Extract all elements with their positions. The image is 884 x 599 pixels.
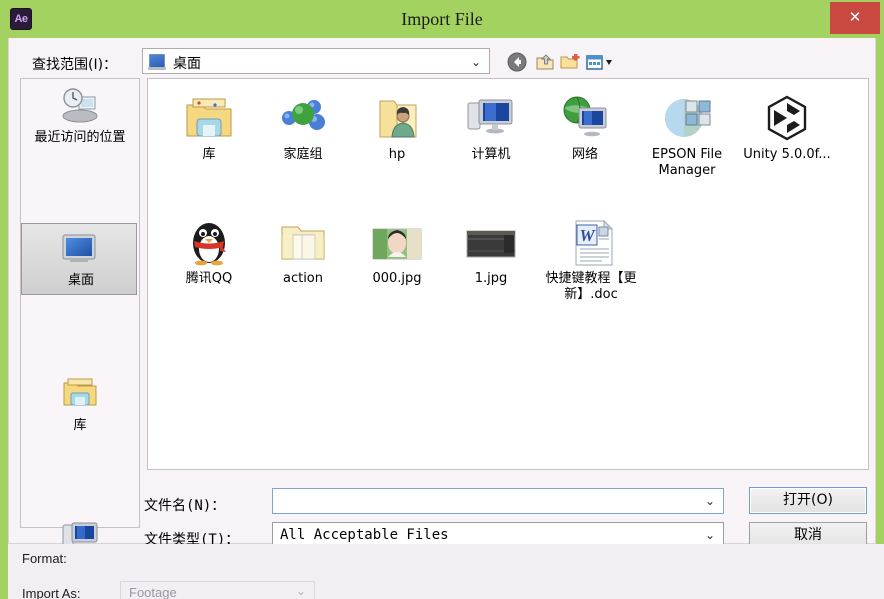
recent-places-icon bbox=[59, 85, 101, 125]
file-item-label: hp bbox=[388, 147, 406, 162]
desktop-icon bbox=[148, 54, 166, 70]
file-item-label: EPSON File Manager bbox=[651, 147, 723, 178]
file-item-label: 腾讯QQ bbox=[185, 271, 233, 286]
dark-image-thumbnail-icon bbox=[464, 217, 518, 267]
file-list[interactable]: 库 家庭组 hp 计算机 网络 EPSON File Manager Unity… bbox=[147, 78, 869, 470]
folder-icon bbox=[276, 217, 330, 267]
sidebar-item-label: 库 bbox=[73, 418, 87, 433]
file-item-label: action bbox=[282, 271, 323, 286]
file-item-qq[interactable]: 腾讯QQ bbox=[162, 217, 256, 287]
epson-file-manager-icon bbox=[660, 93, 714, 143]
places-sidebar: 最近访问的位置 桌面 库 bbox=[20, 78, 140, 577]
open-button[interactable]: 打开(O) bbox=[749, 487, 867, 514]
file-item-label: 1.jpg bbox=[474, 271, 508, 286]
import-as-value: Footage bbox=[129, 585, 177, 599]
file-item-computer[interactable]: 计算机 bbox=[444, 93, 538, 163]
word-document-icon: W bbox=[564, 217, 618, 267]
look-in-row: 查找范围(I)： 桌面 ⌄ bbox=[9, 42, 877, 82]
user-folder-icon bbox=[370, 93, 424, 143]
file-item-doc[interactable]: W 快捷键教程【更新】.doc bbox=[526, 217, 656, 303]
path-current-value: 桌面 bbox=[173, 56, 201, 72]
file-item-library[interactable]: 库 bbox=[162, 93, 256, 163]
qq-penguin-icon bbox=[182, 217, 236, 267]
dialog-body: 查找范围(I)： 桌面 ⌄ 最近访问的位置 桌面 库 库 家庭组 hp 计算机 … bbox=[8, 38, 877, 577]
import-options-footer: Format: Import As: Footage ⌄ bbox=[0, 544, 884, 599]
file-item-unity[interactable]: Unity 5.0.0f... bbox=[740, 93, 834, 163]
file-item-label: 计算机 bbox=[471, 147, 511, 162]
file-item-label: 库 bbox=[202, 147, 216, 162]
chevron-down-icon[interactable]: ⌄ bbox=[705, 494, 715, 508]
file-item-label: Unity 5.0.0f... bbox=[743, 147, 831, 162]
import-file-dialog: Ae Import File ✕ 查找范围(I)： 桌面 ⌄ 最近访问的位置 桌… bbox=[0, 0, 884, 599]
library-folder-icon bbox=[182, 93, 236, 143]
sidebar-item-recent[interactable]: 最近访问的位置 bbox=[21, 79, 139, 151]
window-edge-right bbox=[876, 38, 884, 544]
file-item-hp[interactable]: hp bbox=[350, 93, 444, 163]
file-name-label: 文件名(N)： bbox=[144, 498, 226, 514]
file-item-action[interactable]: action bbox=[256, 217, 350, 287]
new-folder-icon[interactable] bbox=[559, 51, 581, 73]
desktop-icon bbox=[58, 230, 100, 270]
up-folder-icon[interactable] bbox=[534, 51, 556, 73]
file-item-network[interactable]: 网络 bbox=[538, 93, 632, 163]
file-item-000-jpg[interactable]: 000.jpg bbox=[350, 217, 444, 287]
image-thumbnail-icon bbox=[370, 217, 424, 267]
sidebar-item-label: 最近访问的位置 bbox=[34, 130, 126, 145]
computer-icon bbox=[464, 93, 518, 143]
unity-icon bbox=[760, 93, 814, 143]
file-item-homegroup[interactable]: 家庭组 bbox=[256, 93, 350, 163]
back-icon[interactable] bbox=[506, 51, 528, 73]
window-edge-left-footer bbox=[0, 544, 8, 599]
sidebar-item-label: 桌面 bbox=[67, 273, 94, 288]
file-item-label: 网络 bbox=[571, 147, 598, 162]
chevron-down-icon[interactable]: ⌄ bbox=[705, 528, 715, 542]
format-label: Format: bbox=[22, 551, 67, 566]
chevron-down-icon: ⌄ bbox=[295, 584, 306, 598]
file-item-epson-file-manager[interactable]: EPSON File Manager bbox=[632, 93, 742, 179]
homegroup-icon bbox=[276, 93, 330, 143]
file-item-label: 快捷键教程【更新】.doc bbox=[545, 271, 637, 302]
dialog-form: 文件名(N)： ⌄ 文件类型(T)： All Acceptable Files … bbox=[9, 478, 877, 549]
network-icon bbox=[558, 93, 612, 143]
window-title: Import File bbox=[401, 9, 483, 29]
import-as-select[interactable]: Footage ⌄ bbox=[120, 581, 315, 599]
file-name-input[interactable]: ⌄ bbox=[272, 488, 724, 514]
file-item-label: 家庭组 bbox=[283, 147, 323, 162]
file-item-label: 000.jpg bbox=[372, 271, 422, 286]
title-bar: Ae Import File ✕ bbox=[0, 0, 884, 38]
look-in-label: 查找范围(I)： bbox=[32, 57, 118, 73]
path-dropdown[interactable]: 桌面 ⌄ bbox=[142, 48, 490, 74]
window-edge-left bbox=[0, 38, 8, 544]
library-icon bbox=[59, 373, 101, 413]
file-type-value: All Acceptable Files bbox=[280, 527, 449, 543]
sidebar-item-library[interactable]: 库 bbox=[21, 367, 139, 439]
import-as-label: Import As: bbox=[22, 586, 81, 599]
svg-text:W: W bbox=[579, 226, 596, 245]
views-icon[interactable] bbox=[585, 51, 615, 73]
sidebar-item-desktop[interactable]: 桌面 bbox=[21, 223, 137, 295]
close-button[interactable]: ✕ bbox=[830, 2, 880, 34]
file-item-1-jpg[interactable]: 1.jpg bbox=[444, 217, 538, 287]
chevron-down-icon: ⌄ bbox=[470, 55, 481, 69]
